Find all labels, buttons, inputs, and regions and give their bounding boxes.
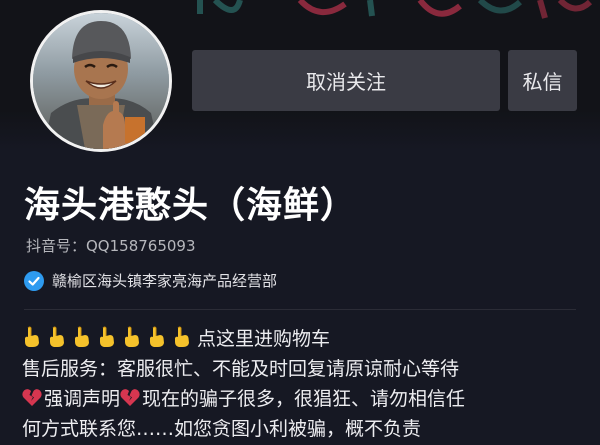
- hand-pointing-icon: [100, 326, 114, 347]
- bio-line-service: 售后服务：客服很忙、不能及时回复请原谅耐心等待: [22, 358, 460, 380]
- unfollow-button-label: 取消关注: [306, 70, 386, 94]
- avatar[interactable]: [30, 10, 172, 152]
- verified-row: 赣榆区海头镇李家亮海产品经营部: [24, 270, 277, 291]
- profile-name: 海头港憨头（海鲜）: [24, 185, 358, 226]
- hand-emoji-group: [22, 326, 197, 350]
- hand-pointing-icon: [25, 326, 39, 347]
- broken-heart-icon: [120, 389, 140, 406]
- hand-pointing-icon: [150, 326, 164, 347]
- broken-heart-icon: [22, 389, 42, 406]
- hand-pointing-icon: [175, 326, 189, 347]
- divider: [24, 309, 576, 310]
- verified-check-icon: [24, 270, 44, 291]
- douyin-id: 抖音号：QQ158765093: [26, 237, 196, 255]
- bio-line-warning: 强调声明 现在的骗子很多，很猖狂、请勿相信任: [22, 384, 582, 414]
- hand-pointing-icon: [75, 326, 89, 347]
- warning-text: 现在的骗子很多，很猖狂、请勿相信任: [142, 388, 466, 410]
- hand-pointing-icon: [125, 326, 139, 347]
- bio-line-cart[interactable]: 点这里进购物车: [22, 324, 582, 354]
- message-button-label: 私信: [522, 70, 563, 94]
- message-button[interactable]: 私信: [508, 50, 577, 111]
- verified-text: 赣榆区海头镇李家亮海产品经营部: [52, 272, 278, 290]
- warning-title: 强调声明: [44, 388, 121, 410]
- hand-pointing-icon: [50, 326, 64, 347]
- bio-line-disclaimer: 何方式联系您……如您贪图小利被骗，概不负责: [22, 418, 422, 440]
- bio-cart-text: 点这里进购物车: [197, 328, 331, 350]
- bio: 点这里进购物车 售后服务：客服很忙、不能及时回复请原谅耐心等待 强调声明 现在的…: [22, 324, 582, 444]
- unfollow-button[interactable]: 取消关注: [192, 50, 500, 111]
